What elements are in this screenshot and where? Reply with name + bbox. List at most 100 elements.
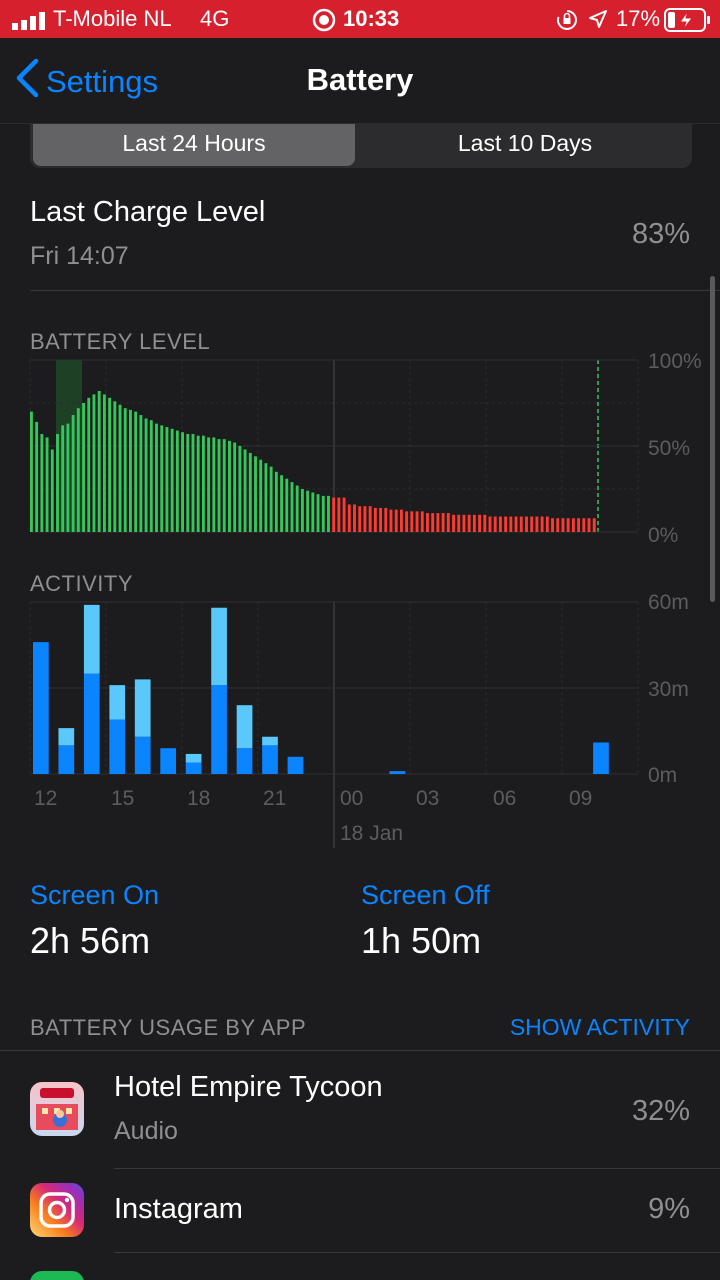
battery-bar <box>582 518 586 532</box>
date-label: 18 Jan <box>340 822 403 845</box>
battery-bar <box>40 433 44 532</box>
battery-bar <box>165 427 169 532</box>
screen-off-value: 1h 50m <box>361 920 482 961</box>
battery-bar <box>452 514 455 532</box>
battery-bar <box>504 516 508 532</box>
battery-bar <box>290 482 294 532</box>
last-charge-value: 83% <box>631 218 690 250</box>
battery-bar <box>353 504 356 532</box>
battery-bar <box>342 497 346 532</box>
activity-y-tick-0m: 0m <box>648 764 677 787</box>
battery-bar <box>254 456 257 532</box>
battery-bar <box>56 433 59 532</box>
show-activity-button[interactable]: SHOW ACTIVITY <box>510 1014 690 1041</box>
battery-bar <box>566 518 570 532</box>
battery-bar <box>97 390 101 532</box>
battery-bar <box>45 437 49 532</box>
navigation-bar: Settings Battery <box>0 38 720 124</box>
battery-bar <box>467 514 471 532</box>
screen-on-bar <box>185 762 202 774</box>
app-row-hotel-empire-tycoon[interactable]: Hotel Empire Tycoon Audio 32% <box>0 1051 720 1169</box>
battery-bar <box>108 397 112 532</box>
battery-bar <box>561 518 565 532</box>
battery-bar <box>222 439 226 532</box>
battery-bar <box>462 514 466 532</box>
battery-bar <box>181 432 184 532</box>
battery-bar <box>358 506 362 532</box>
battery-bar <box>379 507 383 532</box>
time-range-segmented-control: Last 24 Hours Last 10 Days <box>30 124 692 168</box>
screen-off-label: Screen Off <box>361 880 490 910</box>
screen-off-bar <box>236 705 253 749</box>
battery-bar <box>368 506 372 532</box>
battery-bar <box>535 516 539 532</box>
battery-bar <box>149 420 153 532</box>
screen-off-bar <box>185 753 202 763</box>
battery-bar <box>431 513 435 532</box>
battery-bar <box>61 425 65 532</box>
battery-bar <box>488 516 492 532</box>
location-arrow-icon <box>588 9 608 35</box>
battery-bar <box>87 397 91 532</box>
battery-bar <box>175 430 179 532</box>
recording-icon <box>312 8 336 38</box>
battery-bar <box>129 409 132 532</box>
battery-bar <box>525 516 528 532</box>
battery-bar <box>306 490 310 532</box>
screen-on-bar <box>83 673 100 774</box>
battery-bar <box>405 511 409 532</box>
battery-percent: 17% <box>616 6 661 31</box>
battery-bar <box>389 509 393 532</box>
battery-charging-icon <box>664 8 712 38</box>
battery-y-tick-50: 50% <box>648 437 690 460</box>
partially-hidden-app-row[interactable] <box>0 1253 720 1280</box>
battery-bar <box>316 494 320 532</box>
battery-bar <box>217 439 221 532</box>
x-tick-21: 21 <box>263 787 286 810</box>
battery-bar <box>347 504 351 532</box>
screen-off-bar <box>134 679 151 737</box>
battery-bar <box>238 446 242 532</box>
battery-bar <box>587 518 591 532</box>
battery-bar <box>493 516 497 532</box>
screen-on-bar <box>236 748 253 774</box>
battery-bar <box>337 497 341 532</box>
battery-bar <box>415 511 419 532</box>
app-percent: 9% <box>648 1193 690 1225</box>
x-tick-00: 00 <box>340 787 363 810</box>
screen-off-bar <box>109 685 126 720</box>
battery-bar <box>280 475 283 532</box>
battery-bar <box>76 408 80 532</box>
battery-bar <box>420 511 424 532</box>
battery-bar <box>248 452 252 532</box>
battery-bar <box>472 514 476 532</box>
screen-on-bar <box>33 642 49 774</box>
battery-bar <box>478 514 482 532</box>
hotel-empire-tycoon-app-icon <box>30 1082 84 1136</box>
app-row-instagram[interactable]: Instagram 9% <box>0 1169 720 1253</box>
battery-bar <box>35 421 39 532</box>
divider <box>30 290 720 291</box>
battery-bar <box>363 506 367 532</box>
battery-y-tick-100: 100% <box>648 350 702 373</box>
battery-bar <box>498 516 502 532</box>
screen-on-bar <box>262 745 278 774</box>
last-charge-time: Fri 14:07 <box>30 242 129 270</box>
segment-last-24-hours[interactable]: Last 24 Hours <box>33 124 355 166</box>
screen-on-label: Screen On <box>30 880 160 910</box>
app-icon-partial <box>30 1271 84 1280</box>
battery-bar <box>394 509 398 532</box>
battery-bar <box>228 440 231 532</box>
battery-bar <box>71 415 75 532</box>
screen-off-bar <box>83 604 100 674</box>
battery-bar <box>118 404 122 532</box>
battery-bar <box>201 435 205 532</box>
battery-bar <box>436 513 440 532</box>
battery-bar <box>285 478 289 532</box>
x-tick-03: 03 <box>416 787 439 810</box>
battery-bar <box>426 513 429 532</box>
last-charge-label: Last Charge Level <box>30 196 266 228</box>
battery-bar <box>519 516 523 532</box>
segment-last-10-days[interactable]: Last 10 Days <box>364 124 686 166</box>
battery-bar <box>207 437 211 532</box>
